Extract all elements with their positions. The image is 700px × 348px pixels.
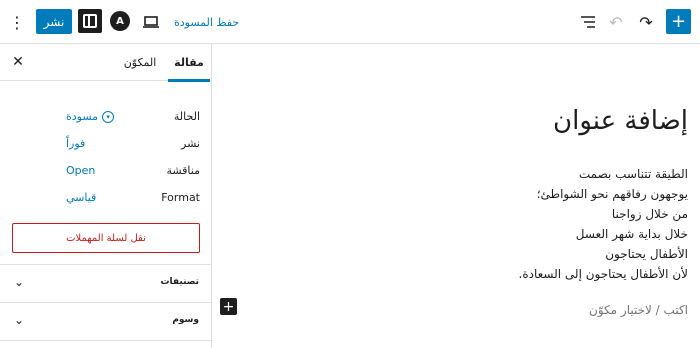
sidebar-toggle-icon bbox=[83, 14, 97, 28]
block-placeholder[interactable]: اكتب / لاختيار مكوّن bbox=[589, 303, 688, 317]
categories-panel[interactable]: تصنيفات ⌄ bbox=[0, 265, 211, 303]
redo-button[interactable]: ↷ bbox=[636, 11, 656, 33]
paragraph-block[interactable]: الطيقة تتناسب بصمت يوجهون رفاقهم نحو الش… bbox=[519, 164, 688, 284]
status-row: الحالة ▾ مسودة bbox=[0, 107, 212, 127]
undo-button[interactable]: ↶ bbox=[606, 11, 626, 33]
block-inserter-button[interactable]: + bbox=[666, 9, 691, 34]
add-block-button[interactable]: + bbox=[220, 298, 237, 315]
poem-line: الطيقة تتناسب بصمت bbox=[578, 167, 688, 181]
document-overview-button[interactable] bbox=[578, 11, 598, 33]
tags-panel-title: وسوم bbox=[172, 315, 199, 325]
top-toolbar: ⋮ نشر A حفظ المسودة ↶ ↷ + bbox=[0, 0, 700, 44]
publish-label: نشر bbox=[181, 137, 200, 150]
laptop-icon bbox=[143, 16, 159, 28]
editor-canvas: إضافة عنوان الطيقة تتناسب بصمت يوجهون رف… bbox=[212, 44, 700, 348]
brand-icon[interactable]: A bbox=[110, 11, 130, 31]
status-value: مسودة bbox=[66, 110, 99, 123]
close-icon[interactable]: ✕ bbox=[8, 52, 28, 72]
format-value-button[interactable]: قياسي bbox=[66, 191, 96, 204]
sidebar-tabs: ✕ المكوّن مقالة bbox=[0, 44, 211, 82]
poem-line: لأن الأطفال يحتاجون إلى السعادة. bbox=[518, 267, 688, 281]
post-summary-panel: الحالة ▾ مسودة نشر فوراً مناقشة Open For… bbox=[0, 81, 211, 265]
publish-date-button[interactable]: فوراً bbox=[66, 137, 85, 150]
poem-line: الأطفال يحتاجون bbox=[605, 247, 688, 261]
publish-row: نشر فوراً bbox=[0, 134, 212, 154]
status-value-button[interactable]: ▾ مسودة bbox=[66, 110, 115, 123]
preview-button[interactable] bbox=[140, 11, 162, 33]
publish-button[interactable]: نشر bbox=[36, 9, 72, 34]
tab-block[interactable]: المكوّن bbox=[120, 44, 160, 81]
chevron-down-icon: ⌄ bbox=[14, 313, 25, 327]
status-label: الحالة bbox=[173, 110, 200, 123]
format-row: Format قياسي bbox=[0, 188, 212, 208]
chevron-down-icon: ⌄ bbox=[14, 275, 25, 289]
poem-line: من خلال زواجنا bbox=[611, 207, 688, 221]
post-title-input[interactable]: إضافة عنوان bbox=[553, 106, 688, 136]
save-draft-link[interactable]: حفظ المسودة bbox=[174, 11, 239, 33]
move-to-trash-button[interactable]: نقل لسلة المهملات bbox=[12, 223, 200, 253]
format-label: Format bbox=[161, 191, 200, 204]
tab-post[interactable]: مقالة bbox=[168, 44, 210, 82]
list-view-icon bbox=[581, 16, 595, 28]
categories-panel-title: تصنيفات bbox=[160, 277, 200, 287]
discussion-value-button[interactable]: Open bbox=[66, 164, 95, 177]
discussion-label: مناقشة bbox=[166, 164, 200, 177]
poem-line: يوجهون رفاقهم نحو الشواطئ؛ bbox=[536, 187, 688, 201]
status-draft-icon: ▾ bbox=[102, 110, 115, 123]
poem-line: خلال بداية شهر العسل bbox=[575, 227, 688, 241]
settings-toggle-button[interactable] bbox=[78, 9, 102, 33]
options-menu-icon[interactable]: ⋮ bbox=[6, 11, 28, 33]
discussion-row: مناقشة Open bbox=[0, 161, 212, 181]
settings-sidebar: ✕ المكوّن مقالة الحالة ▾ مسودة نشر فوراً… bbox=[0, 44, 212, 348]
tags-panel[interactable]: وسوم ⌄ bbox=[0, 303, 211, 341]
